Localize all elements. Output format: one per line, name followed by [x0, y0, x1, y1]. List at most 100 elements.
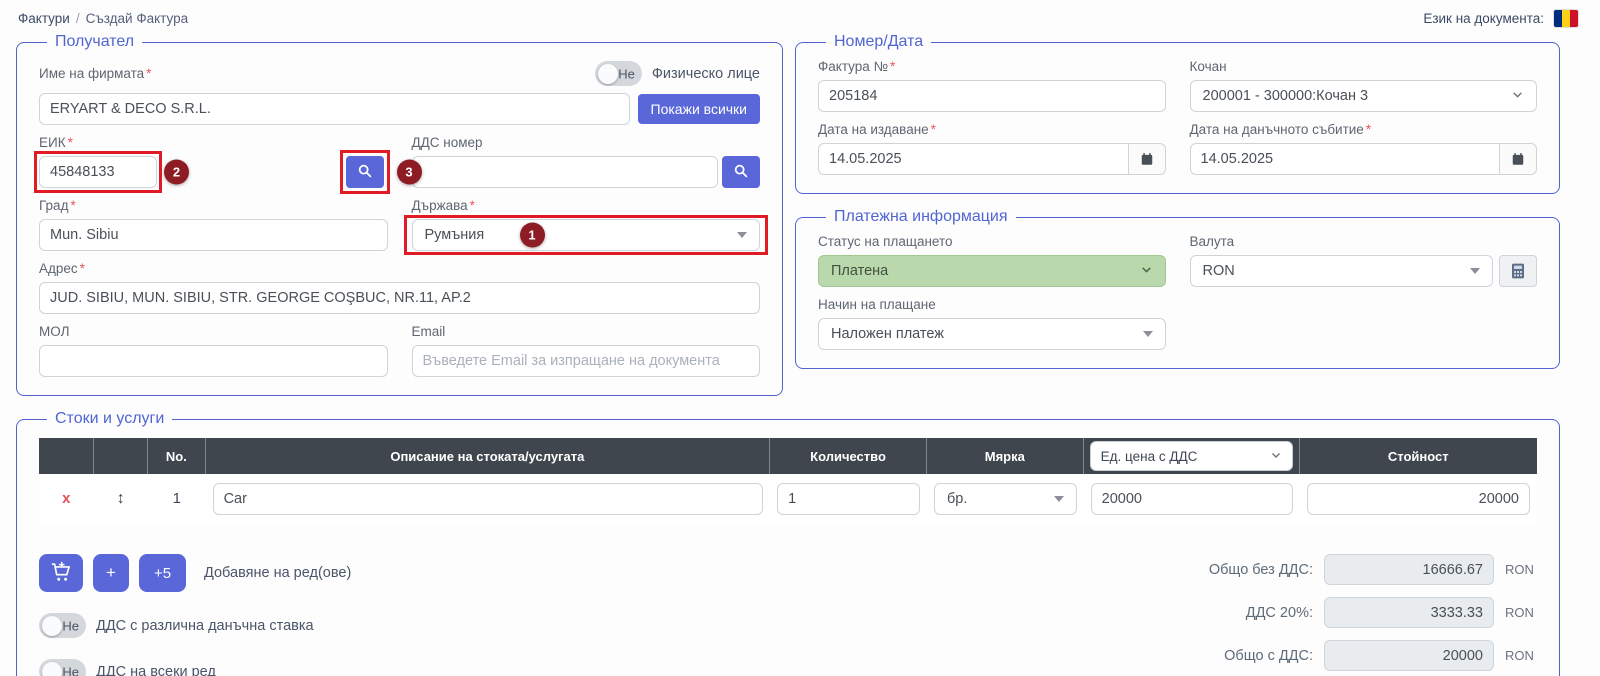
items-section: Стоки и услуги No. Описание на стоката/у…	[16, 410, 1560, 676]
required-marker: *	[890, 59, 895, 74]
vat-different-rate-label: ДДС с различна данъчна ставка	[96, 618, 314, 634]
add-row-button[interactable]: +	[93, 554, 129, 592]
item-unit-price-input[interactable]	[1091, 483, 1293, 515]
individual-person-toggle[interactable]: Не	[595, 61, 642, 86]
required-marker: *	[70, 198, 75, 213]
payment-status-select[interactable]: Платена	[818, 255, 1166, 287]
item-total-input[interactable]	[1307, 483, 1530, 515]
add-product-from-catalog-button[interactable]	[39, 554, 83, 592]
items-header-row: No. Описание на стоката/услугата Количес…	[39, 438, 1537, 474]
invoice-number-label: Фактура №*	[818, 59, 1166, 74]
subtotal-value: 16666.67	[1324, 554, 1494, 585]
vat-amount-currency: RON	[1505, 605, 1537, 620]
unit-price-mode-select[interactable]: Ед. цена с ДДС	[1090, 441, 1293, 471]
payment-status-label: Статус на плащането	[818, 234, 1166, 249]
company-name-input[interactable]	[39, 93, 630, 125]
add-five-rows-button[interactable]: +5	[139, 554, 186, 592]
recipient-legend: Получател	[47, 33, 142, 51]
totals-block: Общо без ДДС: 16666.67 RON ДДС 20%: 3333…	[1192, 554, 1537, 676]
calendar-icon[interactable]	[1499, 143, 1537, 175]
document-language-label: Език на документа:	[1423, 11, 1544, 26]
email-input[interactable]	[412, 345, 761, 377]
chevron-down-icon	[1470, 268, 1480, 274]
city-label: Град*	[39, 198, 388, 213]
chevron-down-icon	[1270, 449, 1282, 464]
chevron-down-icon	[1511, 88, 1524, 105]
currency-select[interactable]: RON	[1190, 255, 1494, 287]
show-all-button[interactable]: Покажи всички	[638, 94, 760, 124]
chevron-down-icon	[737, 232, 747, 238]
tax-event-date-input[interactable]	[1190, 143, 1501, 175]
address-input[interactable]	[39, 282, 760, 314]
toggle-knob	[598, 64, 618, 84]
romanian-flag-icon[interactable]	[1554, 10, 1578, 27]
col-move	[94, 438, 149, 474]
add-rows-label: Добавяне на ред(ове)	[204, 565, 351, 581]
mol-input[interactable]	[39, 345, 388, 377]
delete-row-icon[interactable]: x	[62, 490, 70, 507]
grand-total-value: 20000	[1324, 640, 1494, 671]
col-quantity: Количество	[770, 438, 927, 474]
city-input[interactable]	[39, 219, 388, 251]
toggle-knob	[42, 662, 62, 676]
calendar-icon[interactable]	[1128, 143, 1166, 175]
items-table: No. Описание на стоката/услугата Количес…	[39, 438, 1537, 524]
required-marker: *	[1366, 122, 1371, 137]
search-icon	[733, 163, 749, 182]
required-marker: *	[80, 261, 85, 276]
col-delete	[39, 438, 94, 474]
individual-person-label: Физическо лице	[652, 66, 760, 82]
recipient-section: Получател Име на фирмата* Не Физическо л…	[16, 33, 783, 396]
payment-method-select[interactable]: Наложен платеж	[818, 318, 1166, 350]
vat-number-label: ДДС номер	[412, 135, 761, 150]
number-date-legend: Номер/Дата	[826, 33, 931, 51]
row-number: 1	[173, 490, 181, 507]
grand-total-currency: RON	[1505, 648, 1537, 663]
subtotal-currency: RON	[1505, 562, 1537, 577]
breadcrumb-invoices-link[interactable]: Фактури	[18, 11, 70, 26]
payment-method-label: Начин на плащане	[818, 297, 1166, 312]
address-label: Адрес*	[39, 261, 760, 276]
col-no: No.	[148, 438, 206, 474]
currency-label: Валута	[1190, 234, 1538, 249]
col-description: Описание на стоката/услугата	[206, 438, 771, 474]
issue-date-input[interactable]	[818, 143, 1129, 175]
col-unit-price: Ед. цена с ДДС	[1084, 438, 1300, 474]
annotation-badge-2: 2	[164, 160, 189, 185]
item-unit-select[interactable]: бр.	[934, 483, 1077, 515]
tax-event-date-label: Дата на данъчното събитие*	[1190, 122, 1538, 137]
vat-per-row-toggle[interactable]: Не	[39, 659, 86, 676]
chevron-down-icon	[1054, 496, 1064, 502]
vat-number-input[interactable]	[412, 156, 719, 188]
breadcrumb: Фактури/Създай Фактура	[18, 11, 188, 26]
move-row-icon[interactable]: ↕	[117, 490, 125, 507]
invoice-number-input[interactable]	[818, 80, 1166, 112]
eik-search-button[interactable]	[346, 156, 384, 188]
required-marker: *	[146, 66, 151, 81]
item-row: x ↕ 1 бр.	[39, 474, 1537, 524]
top-bar: Фактури/Създай Фактура Език на документа…	[0, 0, 1600, 33]
col-unit: Мярка	[927, 438, 1084, 474]
payment-info-section: Платежна информация Статус на плащането …	[795, 208, 1560, 369]
chevron-down-icon	[1143, 331, 1153, 337]
kochan-label: Кочан	[1190, 59, 1538, 74]
subtotal-label: Общо без ДДС:	[1209, 562, 1313, 578]
payment-info-legend: Платежна информация	[826, 208, 1016, 226]
col-total: Стойност	[1300, 438, 1537, 474]
required-marker: *	[470, 198, 475, 213]
item-quantity-input[interactable]	[777, 483, 920, 515]
items-legend: Стоки и услуги	[47, 410, 172, 428]
country-label: Държава*	[412, 198, 761, 213]
vat-different-rate-toggle[interactable]: Не	[39, 613, 86, 638]
vat-amount-label: ДДС 20%:	[1246, 605, 1313, 621]
kochan-select[interactable]: 200001 - 300000:Кочан 3	[1190, 80, 1538, 112]
toggle-knob	[42, 616, 62, 636]
calculator-icon[interactable]	[1499, 255, 1537, 287]
breadcrumb-separator: /	[76, 11, 80, 26]
eik-input[interactable]	[39, 156, 157, 188]
grand-total-label: Общо с ДДС:	[1224, 648, 1313, 664]
country-select[interactable]: Румъния	[412, 219, 761, 251]
required-marker: *	[931, 122, 936, 137]
vat-search-button[interactable]	[722, 156, 760, 188]
item-description-input[interactable]	[213, 483, 764, 515]
